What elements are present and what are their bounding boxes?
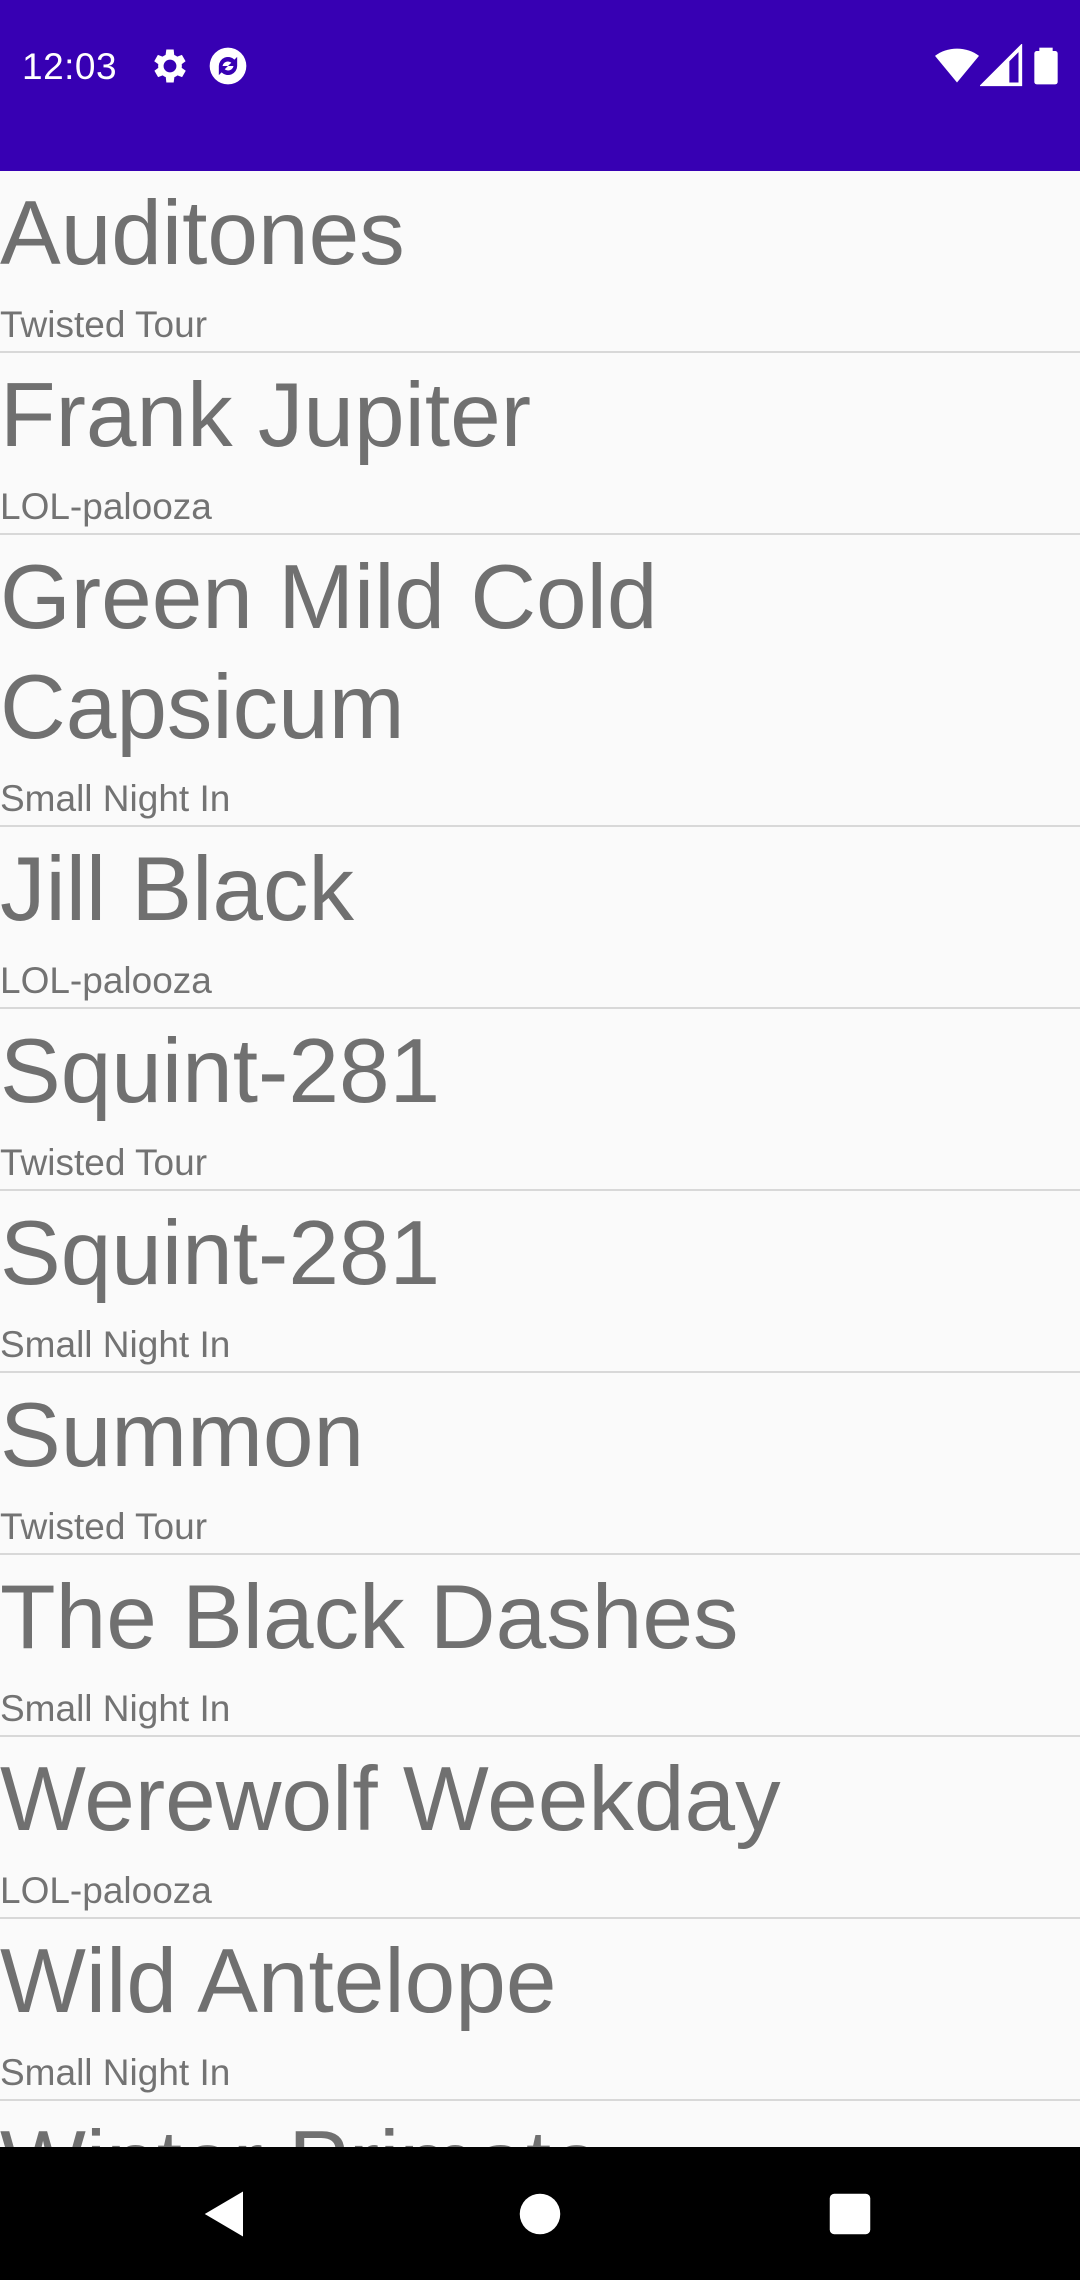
item-subtitle: LOL-palooza bbox=[0, 486, 212, 527]
item-title: Summon bbox=[0, 1385, 365, 1486]
list-item[interactable]: Squint-281 Small Night In bbox=[0, 1191, 1080, 1373]
artist-list[interactable]: Auditones Twisted Tour Frank Jupiter LOL… bbox=[0, 171, 1080, 2147]
item-subtitle: Small Night In bbox=[0, 1688, 231, 1729]
item-title: Squint-281 bbox=[0, 1203, 441, 1304]
item-subtitle: Twisted Tour bbox=[0, 1506, 208, 1547]
item-subtitle: LOL-palooza bbox=[0, 960, 212, 1001]
signal-icon bbox=[980, 44, 1024, 88]
item-title: Green Mild Cold Capsicum bbox=[0, 547, 658, 758]
list-item[interactable]: Summon Twisted Tour bbox=[0, 1373, 1080, 1555]
home-icon[interactable] bbox=[513, 2187, 567, 2241]
item-title: Werewolf Weekday bbox=[0, 1749, 781, 1850]
item-title: The Black Dashes bbox=[0, 1567, 739, 1668]
wifi-icon bbox=[935, 44, 979, 88]
list-item[interactable]: Frank Jupiter LOL-palooza bbox=[0, 353, 1080, 535]
list-item[interactable]: Green Mild Cold Capsicum Small Night In bbox=[0, 535, 1080, 827]
back-icon[interactable] bbox=[198, 2187, 252, 2241]
item-subtitle: LOL-palooza bbox=[0, 1870, 212, 1911]
list-item[interactable]: Werewolf Weekday LOL-palooza bbox=[0, 1737, 1080, 1919]
navigation-bar bbox=[0, 2147, 1080, 2280]
sync-icon bbox=[206, 44, 250, 88]
item-title: Winter Primate bbox=[0, 2109, 1000, 2147]
list-item[interactable]: Wild Antelope Small Night In bbox=[0, 1919, 1080, 2101]
item-subtitle: Twisted Tour bbox=[0, 304, 208, 345]
recents-icon[interactable] bbox=[823, 2187, 877, 2241]
battery-icon bbox=[1026, 44, 1066, 88]
item-subtitle: Small Night In bbox=[0, 2052, 231, 2093]
item-title: Squint-281 bbox=[0, 1021, 441, 1122]
item-title: Wild Antelope bbox=[0, 1931, 557, 2032]
app-screen: 12:03 Auditones Twisted Tour Frank Jupit… bbox=[0, 0, 1080, 2280]
item-subtitle: Twisted Tour bbox=[0, 1142, 208, 1183]
gear-icon bbox=[148, 44, 192, 88]
status-bar: 12:03 bbox=[0, 0, 1080, 171]
item-title: Jill Black bbox=[0, 839, 354, 940]
list-item[interactable]: Auditones Twisted Tour bbox=[0, 171, 1080, 353]
list-item[interactable]: The Black Dashes Small Night In bbox=[0, 1555, 1080, 1737]
list-item[interactable]: Squint-281 Twisted Tour bbox=[0, 1009, 1080, 1191]
list-item[interactable]: Winter Primate bbox=[0, 2101, 1080, 2147]
item-title: Auditones bbox=[0, 183, 405, 284]
item-title: Frank Jupiter bbox=[0, 365, 532, 466]
status-time: 12:03 bbox=[22, 46, 118, 87]
list-item[interactable]: Jill Black LOL-palooza bbox=[0, 827, 1080, 1009]
item-subtitle: Small Night In bbox=[0, 778, 231, 819]
item-subtitle: Small Night In bbox=[0, 1324, 231, 1365]
